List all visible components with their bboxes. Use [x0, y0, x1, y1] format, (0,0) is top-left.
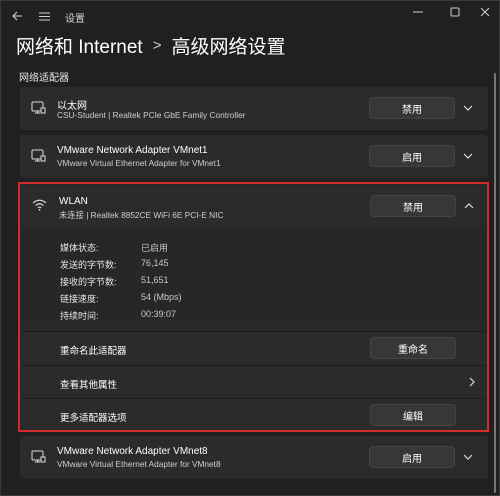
stat-label-bytes-received: 接收的字节数:: [60, 277, 117, 287]
scrollbar-thumb[interactable]: [494, 73, 496, 493]
ethernet-monitor-icon: [30, 100, 46, 116]
adapter-description: VMware Virtual Ethernet Adapter for VMne…: [57, 459, 221, 469]
chevron-down-icon[interactable]: [460, 148, 476, 164]
stat-value-link-speed: 54 (Mbps): [141, 292, 182, 302]
stat-label-link-speed: 链接速度:: [60, 294, 99, 304]
section-title: 网络适配器: [19, 73, 69, 84]
wifi-icon: [32, 198, 48, 214]
chevron-down-icon[interactable]: [460, 100, 476, 116]
close-icon[interactable]: [468, 1, 500, 23]
adapter-name: VMware Network Adapter VMnet8: [57, 446, 208, 457]
more-options-label: 更多适配器选项: [60, 413, 127, 424]
chevron-up-icon[interactable]: [461, 198, 477, 214]
adapter-description: CSU-Student | Realtek PCIe GbE Family Co…: [57, 110, 246, 120]
stat-value-duration: 00:39:07: [141, 309, 177, 319]
hamburger-menu-icon[interactable]: [34, 1, 54, 31]
disable-button[interactable]: 禁用: [369, 97, 455, 119]
more-options-row: 更多适配器选项 编辑: [22, 399, 485, 430]
adapter-card-vmnet8[interactable]: VMware Network Adapter VMnet8 VMware Vir…: [20, 436, 488, 479]
window-title: 设置: [65, 14, 85, 25]
stat-label-bytes-sent: 发送的字节数:: [60, 260, 117, 270]
adapter-card-ethernet[interactable]: 以太网 CSU-Student | Realtek PCIe GbE Famil…: [20, 87, 488, 130]
stat-value-bytes-received: 51,651: [141, 275, 169, 285]
page-title: 高级网络设置: [171, 36, 286, 58]
adapter-card-vmnet1[interactable]: VMware Network Adapter VMnet1 VMware Vir…: [20, 135, 488, 178]
breadcrumb-parent[interactable]: 网络和 Internet: [16, 32, 143, 59]
adapter-card-wlan: WLAN 未连接 | Realtek 8852CE WiFi 6E PCI-E …: [18, 182, 489, 432]
stat-value-media-state: 已启用: [141, 243, 169, 253]
stat-label-duration: 持续时间:: [60, 311, 99, 321]
title-bar: 设置: [1, 1, 500, 31]
edit-button[interactable]: 编辑: [370, 404, 456, 426]
rename-label: 重命名此适配器: [60, 346, 127, 357]
more-properties-label: 查看其他属性: [60, 380, 118, 391]
adapter-name: WLAN: [59, 196, 88, 207]
enable-button[interactable]: 启用: [369, 446, 455, 468]
maximize-icon[interactable]: [438, 1, 472, 23]
enable-button[interactable]: 启用: [369, 145, 455, 167]
rename-row: 重命名此适配器 重命名: [22, 332, 485, 364]
adapter-description: VMware Virtual Ethernet Adapter for VMne…: [57, 158, 221, 168]
chevron-down-icon[interactable]: [460, 449, 476, 465]
settings-window: 设置 网络和 Internet > 高级网络设置 网络适配器 以太网 CSU-S…: [0, 0, 500, 496]
more-properties-row[interactable]: 查看其他属性: [22, 366, 485, 398]
disable-button[interactable]: 禁用: [370, 195, 456, 217]
stat-value-bytes-sent: 76,145: [141, 258, 169, 268]
rename-button[interactable]: 重命名: [370, 337, 456, 359]
wlan-stats: 媒体状态: 已启用 发送的字节数: 76,145 接收的字节数: 51,651 …: [22, 228, 485, 321]
ethernet-monitor-icon: [30, 148, 46, 164]
breadcrumb: 网络和 Internet > 高级网络设置: [16, 31, 286, 59]
chevron-right-icon: [464, 374, 480, 390]
wlan-header[interactable]: WLAN 未连接 | Realtek 8852CE WiFi 6E PCI-E …: [22, 186, 485, 226]
adapter-name: VMware Network Adapter VMnet1: [57, 145, 208, 156]
back-arrow-icon[interactable]: [7, 1, 27, 31]
ethernet-monitor-icon: [30, 449, 46, 465]
minimize-icon[interactable]: [401, 1, 435, 23]
breadcrumb-separator: >: [152, 36, 162, 54]
adapter-description: 未连接 | Realtek 8852CE WiFi 6E PCI-E NIC: [59, 210, 224, 220]
stat-label-media-state: 媒体状态:: [60, 243, 99, 253]
